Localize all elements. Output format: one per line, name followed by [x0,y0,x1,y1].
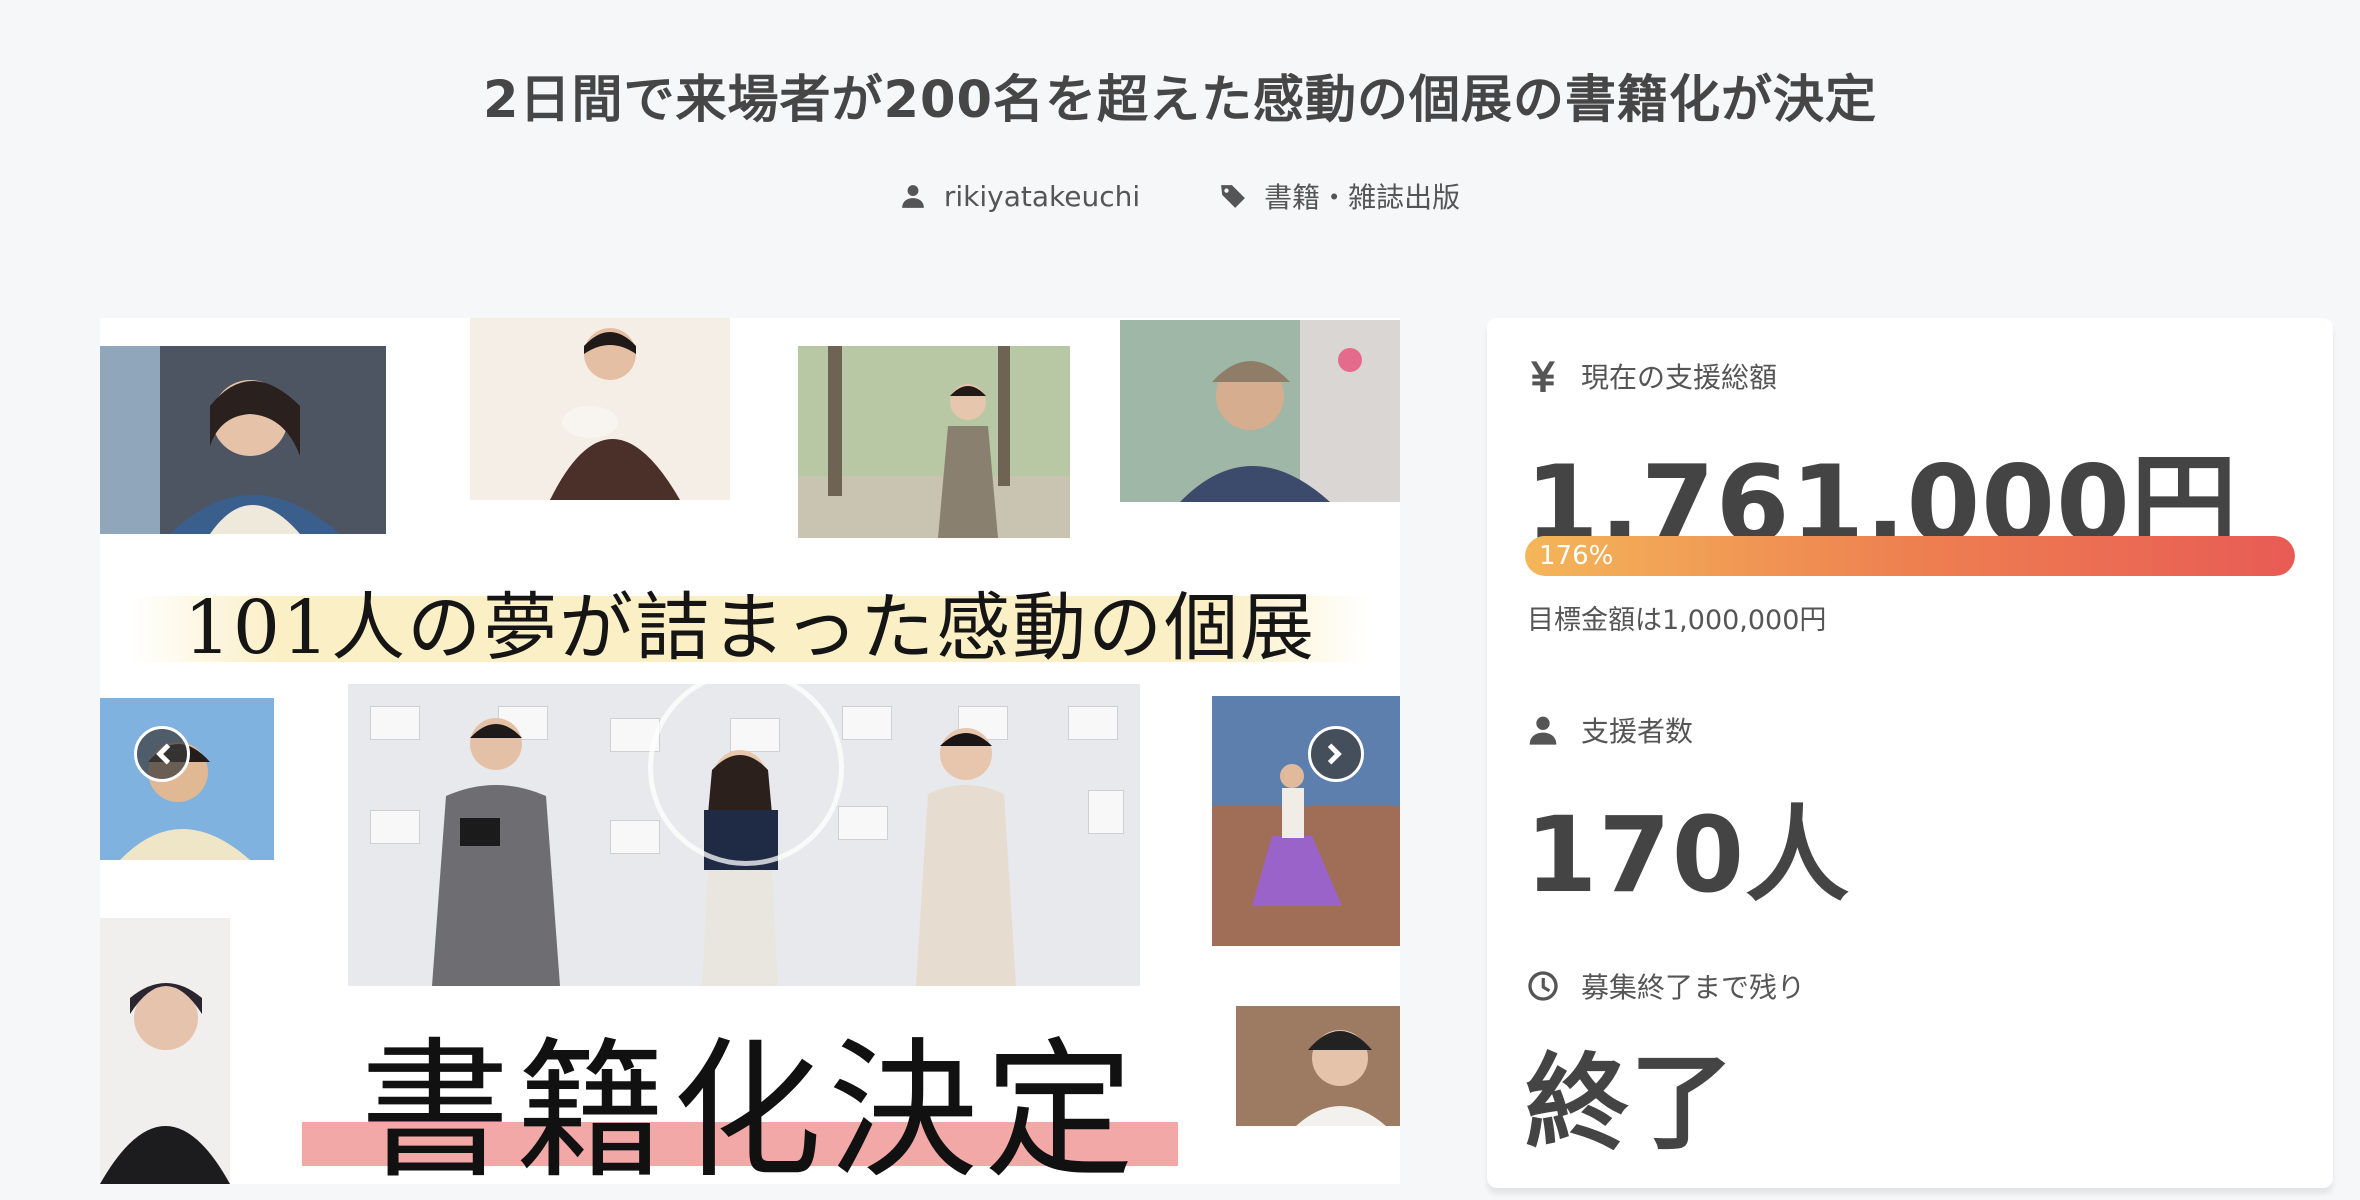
author-meta[interactable]: rikiyatakeuchi [900,176,1140,216]
funding-progress-fill [1525,536,2295,576]
yen-icon [1531,361,1555,392]
backers-label: 支援者数 [1527,710,1693,750]
backers-value: 170人 [1525,794,1851,916]
chevron-left-icon [156,743,171,765]
remaining-value: 終了 [1525,1042,1736,1164]
goal-amount: 目標金額は1,000,000円 [1527,605,1827,636]
photo-elderly-man [1120,320,1400,502]
video-play-ring[interactable] [648,670,844,866]
chevron-right-icon [1327,743,1342,765]
carousel-prev-button[interactable] [134,726,190,782]
project-meta: rikiyatakeuchi 書籍・雑誌出版 [0,176,2360,216]
photo-woman-earring [100,346,386,534]
project-page: 2日間で来場者が200名を超えた感動の個展の書籍化が決定 rikiyatakeu… [0,0,2360,1200]
clock-icon [1528,971,1558,1001]
author-name[interactable]: rikiyatakeuchi [944,180,1140,213]
funding-progress-bar [1525,536,2295,576]
funding-progress-percent: 176% [1539,541,1614,571]
banner-decision-text: 書籍化決定 [359,1025,1140,1184]
category-name[interactable]: 書籍・雑誌出版 [1264,176,1460,216]
photo-smiling-man [100,698,274,860]
photo-dancer-stairs [1212,696,1400,946]
remaining-label: 募集終了まで残り [1527,966,1805,1006]
category-meta[interactable]: 書籍・雑誌出版 [1220,176,1460,216]
tag-icon [1221,185,1246,208]
photo-magician [470,318,730,500]
user-icon [1529,716,1557,745]
image-carousel[interactable]: 101人の夢が詰まった感動の個展 書籍化決定 [100,318,1400,1184]
total-amount-label: 現在の支援総額 [1527,356,1777,396]
banner-headline: 101人の夢が詰まった感動の個展 [183,585,1317,671]
project-title: 2日間で来場者が200名を超えた感動の個展の書籍化が決定 [483,71,1877,130]
carousel-next-button[interactable] [1308,726,1364,782]
user-icon [902,185,924,208]
photo-kimono-woman [798,346,1070,538]
funding-stats-card: 現在の支援総額 1,761,000円 176% 目標金額は1,000,000円 … [1487,318,2333,1188]
